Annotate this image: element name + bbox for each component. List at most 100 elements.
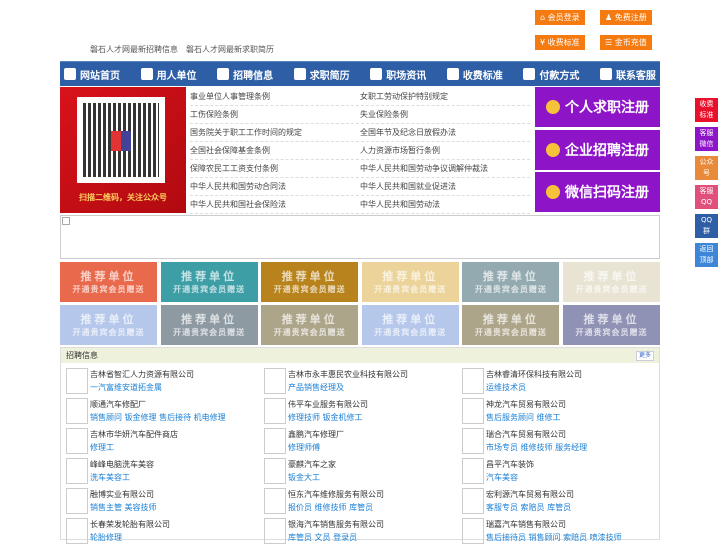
law-link[interactable]: 事业单位人事管理条例 [190,88,360,105]
nav-item[interactable]: 联系客服 [599,67,656,82]
job-titles[interactable]: 产品销售经理及 [288,382,344,393]
company-name[interactable]: 神龙汽车贸易有限公司 [486,399,566,410]
company-name[interactable]: 长春荣发轮胎有限公司 [90,519,170,530]
job-titles[interactable]: 修理技师 钣金机修工 [288,412,363,423]
company-name[interactable]: 融博实业有限公司 [90,489,154,500]
company-register-button[interactable]: 企业招聘注册 [535,130,660,170]
law-link[interactable]: 工伤保险条例 [190,106,360,123]
job-titles[interactable]: 售后服务顾问 维修工 [486,412,561,423]
recommend-slot[interactable]: 推荐单位 开通贵宾会员赠送 [261,262,359,302]
wechat-register-button[interactable]: 微信扫码注册 [535,172,660,212]
job-titles[interactable]: 售后接待员 销售顾问 索赔员 喷漆技师 [486,532,622,543]
job-titles[interactable]: 修理师傅 [288,442,320,453]
company-logo[interactable] [462,488,484,514]
latest-resumes-link[interactable]: 磐石人才网最新求职简历 [186,45,274,54]
job-titles[interactable]: 轮胎修理 [90,532,122,543]
job-titles[interactable]: 销售主管 美容技师 [90,502,157,513]
company-logo[interactable] [66,428,88,454]
company-logo[interactable] [66,518,88,544]
company-logo[interactable] [66,398,88,424]
company-name[interactable]: 宏利源汽车贸易有限公司 [486,489,574,500]
job-titles[interactable]: 洗车美容工 [90,472,130,483]
law-link[interactable]: 保障农民工工资支付条例 [190,160,360,177]
company-logo[interactable] [66,488,88,514]
recommend-slot[interactable]: 推荐单位 开通贵宾会员赠送 [361,305,459,345]
company-name[interactable]: 鑫鹏汽车修理厂 [288,429,344,440]
recommend-slot[interactable]: 推荐单位 开通贵宾会员赠送 [160,262,258,302]
side-float-button[interactable]: 返回顶部 [695,243,718,267]
law-link[interactable]: 中华人民共和国劳动合同法 [190,178,360,195]
company-logo[interactable] [462,398,484,424]
company-logo[interactable] [66,458,88,484]
job-titles[interactable]: 库管员 文员 登录员 [288,532,357,543]
side-float-button[interactable]: QQ群 [695,214,718,238]
recommend-slot[interactable]: 推荐单位 开通贵宾会员赠送 [60,262,157,302]
job-titles[interactable]: 修理工 [90,442,114,453]
nav-item[interactable]: 用人单位 [140,67,197,82]
job-titles[interactable]: 销售顾问 钣金修理 售后接待 机电修理 [90,412,226,423]
job-titles[interactable]: 市场专员 维修技师 服务经理 [486,442,587,453]
ad-banner[interactable] [60,215,660,259]
recommend-slot[interactable]: 推荐单位 开通贵宾会员赠送 [261,305,359,345]
job-titles[interactable]: 客服专员 索赔员 库管员 [486,502,571,513]
personal-register-button[interactable]: 个人求职注册 [535,87,660,127]
more-link[interactable]: 更多 [635,351,654,361]
recommend-slot[interactable]: 推荐单位 开通贵宾会员赠送 [462,262,560,302]
law-link[interactable]: 人力资源市场暂行条例 [360,142,530,159]
nav-item[interactable]: 招聘信息 [217,67,273,82]
company-name[interactable]: 瑞嘉汽车销售有限公司 [486,519,566,530]
nav-item[interactable]: 求职简历 [293,67,350,82]
latest-jobs-link[interactable]: 磐石人才网最新招聘信息 [90,45,178,54]
recommend-slot[interactable]: 推荐单位 开通贵宾会员赠送 [563,305,660,345]
side-float-button[interactable]: 客服QQ号 [695,185,718,217]
law-link[interactable]: 全国社会保障基金条例 [190,142,360,159]
job-titles[interactable]: 运维技术员 [486,382,526,393]
law-link[interactable]: 中华人民共和国社会保险法 [190,196,360,213]
company-name[interactable]: 伟平车业服务有限公司 [288,399,368,410]
login-button[interactable]: ⌂ 会员登录 [535,10,585,25]
side-float-button[interactable]: 客服微信 [695,127,718,151]
recommend-slot[interactable]: 推荐单位 开通贵宾会员赠送 [160,305,258,345]
company-logo[interactable] [264,398,286,424]
nav-item[interactable]: 收费标准 [446,67,503,82]
company-name[interactable]: 吉林省智汇人力资源有限公司 [90,369,194,380]
job-titles[interactable]: 报价员 维修技师 库管员 [288,502,373,513]
pricing-button[interactable]: ¥ 收费标准 [535,35,585,50]
recommend-slot[interactable]: 推荐单位 开通贵宾会员赠送 [462,305,560,345]
law-link[interactable]: 失业保险条例 [360,106,530,123]
company-logo[interactable] [264,368,286,394]
company-logo[interactable] [66,368,88,394]
company-logo[interactable] [462,458,484,484]
job-titles[interactable]: 钣金大工 [288,472,320,483]
nav-item[interactable]: 职场资讯 [370,67,426,82]
side-float-button[interactable]: 公众号 [695,156,718,180]
law-link[interactable]: 中华人民共和国就业促进法 [360,178,530,195]
recommend-slot[interactable]: 推荐单位 开通贵宾会员赠送 [361,262,459,302]
nav-item[interactable]: 付款方式 [523,67,579,82]
company-logo[interactable] [264,518,286,544]
job-titles[interactable]: 汽车美容 [486,472,518,483]
company-name[interactable]: 瑞合汽车贸易有限公司 [486,429,566,440]
company-name[interactable]: 银海汽车销售服务有限公司 [288,519,384,530]
law-link[interactable]: 全国年节及纪念日放假办法 [360,124,530,141]
company-logo[interactable] [264,458,286,484]
recommend-slot[interactable]: 推荐单位 开通贵宾会员赠送 [60,305,157,345]
job-titles[interactable]: 一汽富维安道拓金属 [90,382,162,393]
company-logo[interactable] [264,488,286,514]
company-name[interactable]: 吉林市华妍汽车配件商店 [90,429,178,440]
law-link[interactable]: 中华人民共和国劳动法 [360,196,530,213]
company-logo[interactable] [264,428,286,454]
register-button[interactable]: ♟ 免费注册 [600,10,652,25]
recharge-button[interactable]: ☰ 金币充值 [600,35,652,50]
nav-item[interactable]: 网站首页 [64,67,120,82]
company-name[interactable]: 吉林睿清环保科技有限公司 [486,369,582,380]
company-name[interactable]: 恒东汽车维修服务有限公司 [288,489,384,500]
company-name[interactable]: 峰峰电脑洗车美容 [90,459,154,470]
company-name[interactable]: 昌平汽车装饰 [486,459,534,470]
company-logo[interactable] [462,518,484,544]
recommend-slot[interactable]: 推荐单位 开通贵宾会员赠送 [563,262,660,302]
company-logo[interactable] [462,428,484,454]
law-link[interactable]: 女职工劳动保护特别规定 [360,88,530,105]
company-logo[interactable] [462,368,484,394]
law-link[interactable]: 中华人民共和国劳动争议调解仲裁法 [360,160,530,177]
